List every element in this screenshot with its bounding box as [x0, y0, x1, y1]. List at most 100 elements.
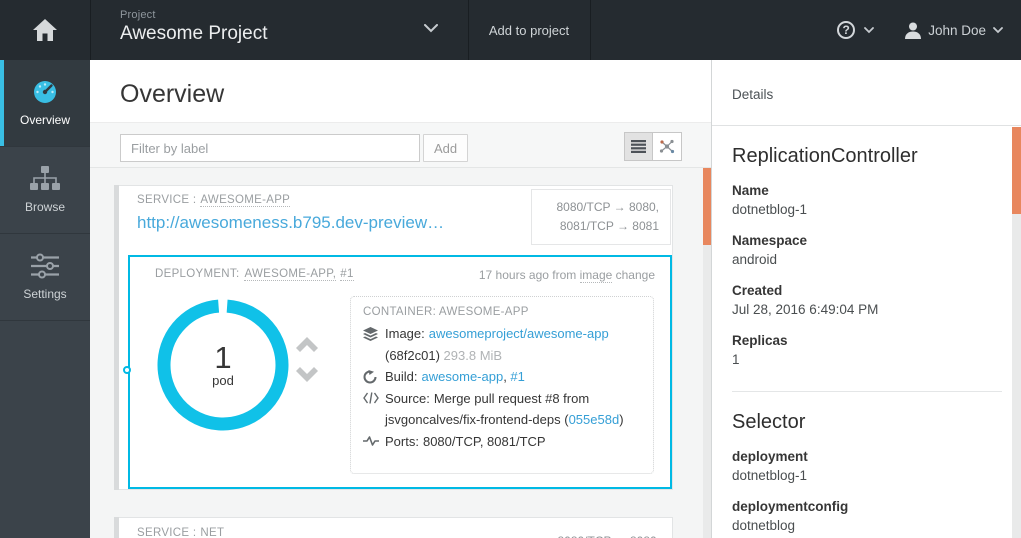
scale-down-button[interactable] [293, 365, 321, 386]
pod-unit: pod [212, 372, 234, 388]
user-menu[interactable]: John Doe [905, 22, 1003, 39]
deployment-status: 17 hours ago from image change [478, 268, 655, 283]
sitemap-icon [30, 166, 60, 192]
status-trigger[interactable]: image [579, 268, 613, 283]
page-title: Overview [120, 80, 225, 108]
nav-divider [590, 0, 591, 60]
scale-controls [293, 333, 321, 386]
pod-donut: 1 pod [156, 298, 290, 432]
deployment-kind-label: DEPLOYMENT: [155, 268, 240, 280]
left-sidebar: Overview Browse Settings [0, 60, 90, 538]
container-ports-value: 8080/TCP, 8081/TCP [422, 433, 546, 449]
status-text: change [612, 268, 655, 282]
detail-field: Name dotnetblog-1 [732, 183, 1002, 217]
field-label: deployment [732, 449, 808, 464]
service-ports: 8080/TCP → 8080, 8081/TCP → 8081 [531, 189, 671, 245]
chevron-down-icon[interactable] [864, 26, 875, 34]
details-header: Details [712, 60, 1021, 126]
paren-close: ) [619, 412, 624, 427]
sidebar-item-settings[interactable]: Settings [0, 234, 90, 321]
pod-count-button[interactable]: 1 pod [156, 298, 290, 432]
refresh-icon [363, 366, 385, 388]
filter-by-label-input[interactable] [120, 134, 420, 162]
selection-marker [123, 366, 131, 374]
main-scrollbar-thumb[interactable] [703, 168, 711, 245]
add-filter-button[interactable]: Add [423, 134, 469, 162]
build-label: Build: [385, 369, 418, 384]
dashboard-icon [31, 79, 59, 105]
section-divider [732, 391, 1002, 392]
user-name: John Doe [928, 22, 986, 38]
project-label: Project [120, 9, 156, 21]
service-name[interactable]: AWESOME-APP [200, 194, 291, 207]
view-toggle-group [624, 132, 682, 161]
service-body: SERVICE : AWESOME-APP http://awesomeness.… [119, 185, 673, 490]
image-row: Image: awesomeproject/awesome-app (68f2c0… [363, 323, 641, 366]
source-row: Source: Merge pull request #8 from jsvgon… [363, 388, 641, 431]
sidebar-item-label: Settings [23, 287, 67, 301]
page-header: Overview [90, 60, 711, 122]
field-label: Replicas [732, 333, 788, 348]
chevron-down-icon [993, 26, 1003, 34]
detail-field: Created Jul 28, 2016 6:49:04 PM [732, 283, 1002, 317]
main-content: Overview Add [90, 60, 711, 538]
list-view-icon [631, 140, 646, 153]
scale-up-button[interactable] [293, 333, 321, 354]
topology-view-icon [659, 139, 675, 154]
home-icon [33, 19, 57, 41]
build-number-link[interactable]: #1 [510, 369, 524, 384]
active-indicator [0, 60, 4, 146]
project-name: Awesome Project [120, 23, 268, 44]
deployment-title: DEPLOYMENT: AWESOME-APP, #1 [155, 268, 354, 281]
field-value: 1 [732, 352, 740, 367]
build-link[interactable]: awesome-app [422, 369, 504, 384]
sidebar-item-overview[interactable]: Overview [0, 60, 90, 147]
container-ports-label: Ports: [385, 433, 419, 449]
container-card: CONTAINER: AWESOME-APP Image: awesomeproj… [350, 296, 654, 474]
status-text: 17 hours ago from [478, 268, 580, 282]
home-button[interactable] [0, 0, 90, 60]
deployment-name[interactable]: AWESOME-APP, [244, 268, 337, 281]
service-ports: 8080/TCP → 8080, [531, 524, 671, 538]
build-row: Build: awesome-app, #1 [363, 366, 641, 388]
details-section: ReplicationController Name dotnetblog-1 … [732, 145, 1002, 367]
details-scrollbar-thumb[interactable] [1012, 127, 1021, 214]
project-selector[interactable]: Project Awesome Project [120, 9, 268, 45]
field-value: dotnetblog-1 [732, 468, 808, 483]
service-kind-label: SERVICE : [137, 194, 197, 206]
field-label: deploymentconfig [732, 499, 849, 514]
service-name[interactable]: NET [200, 527, 225, 538]
topology-view-button[interactable] [653, 132, 682, 161]
details-panel: Details ReplicationController Name dotne… [711, 60, 1021, 538]
deployment-block-selected[interactable]: DEPLOYMENT: AWESOME-APP, #1 17 hours ago f… [123, 255, 672, 489]
chevron-down-icon [424, 24, 438, 33]
field-label: Namespace [732, 233, 808, 248]
pulse-icon [363, 431, 385, 453]
filter-toolbar: Add [90, 122, 711, 168]
image-size: 293.8 MiB [443, 347, 503, 363]
deployment-number[interactable]: #1 [340, 268, 354, 281]
list-view-button[interactable] [624, 132, 653, 161]
field-label: Name [732, 183, 769, 198]
help-icon[interactable]: ? [837, 21, 856, 39]
detail-field: deployment dotnetblog-1 [732, 449, 1002, 483]
code-icon [363, 388, 385, 431]
details-title: Details [732, 87, 774, 102]
field-label: Created [732, 283, 783, 298]
service-card: SERVICE :NET 8080/TCP → 8080, [114, 517, 673, 538]
sidebar-item-browse[interactable]: Browse [0, 147, 90, 234]
overview-list: SERVICE : AWESOME-APP http://awesomeness.… [90, 168, 711, 538]
ports-row: Ports: 8080/TCP, 8081/TCP [363, 431, 641, 453]
details-body: ReplicationController Name dotnetblog-1 … [732, 126, 1002, 538]
image-link[interactable]: awesomeproject/awesome-app [429, 326, 609, 341]
container-title: CONTAINER: AWESOME-APP [363, 306, 529, 318]
user-icon [905, 22, 922, 39]
service-kind-label: SERVICE : [137, 527, 197, 538]
nav-divider [90, 0, 91, 60]
detail-field: Replicas 1 [732, 333, 1002, 367]
details-section: Selector deployment dotnetblog-1 deploym… [732, 411, 1002, 533]
commit-link[interactable]: 055e58d [569, 412, 620, 427]
add-to-project-button[interactable]: Add to project [468, 0, 590, 60]
layers-icon [363, 323, 385, 366]
detail-field: Namespace android [732, 233, 1002, 267]
